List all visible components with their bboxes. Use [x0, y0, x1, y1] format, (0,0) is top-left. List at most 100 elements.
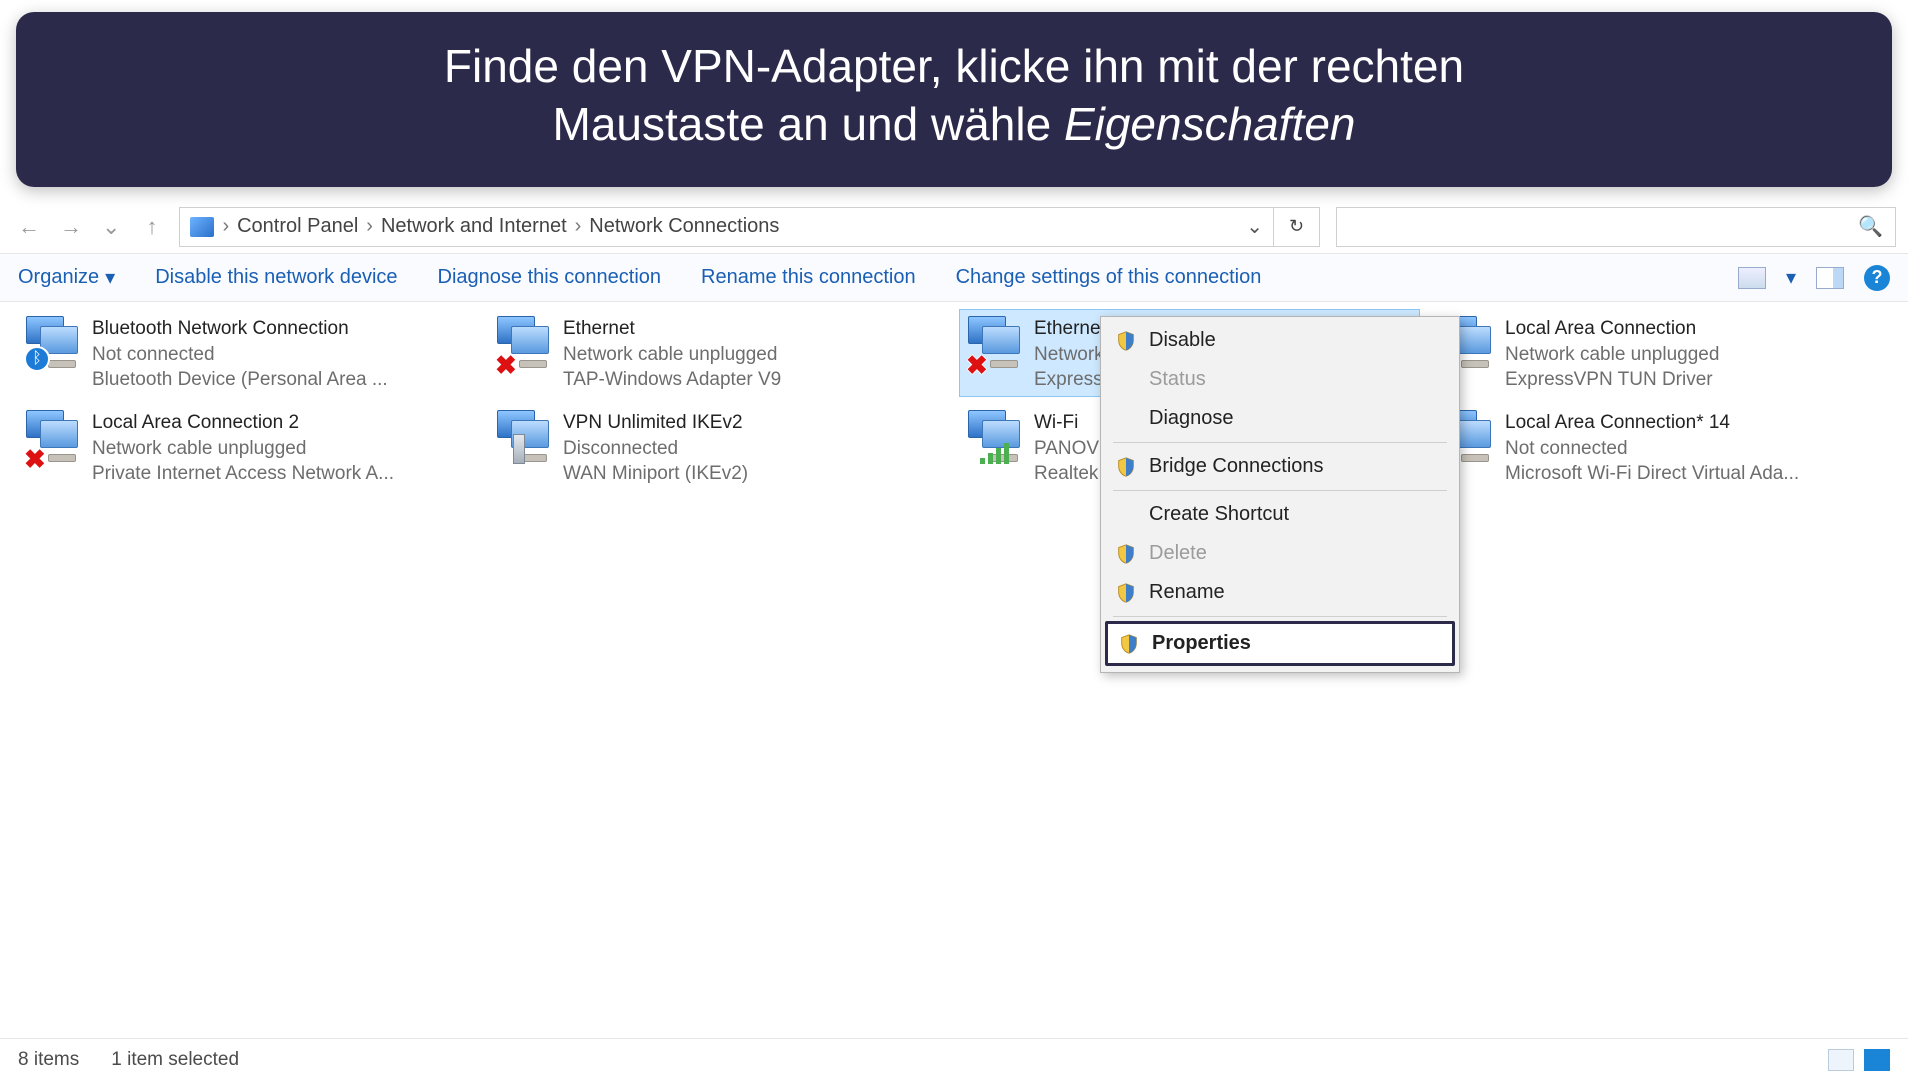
- context-menu-item-status: Status: [1105, 360, 1455, 399]
- status-selected-count: 1 item selected: [111, 1049, 239, 1071]
- search-icon: 🔍: [1858, 214, 1883, 239]
- connection-title: Local Area Connection: [1505, 316, 1719, 342]
- nav-arrows: ← → ⌄ ↑: [18, 214, 157, 240]
- chevron-right-icon: ›: [366, 215, 373, 238]
- connections-grid: ᛒBluetooth Network ConnectionNot connect…: [18, 310, 1890, 490]
- menu-item-label: Diagnose: [1149, 407, 1234, 430]
- address-bar[interactable]: › Control Panel › Network and Internet ›…: [179, 207, 1274, 247]
- cmd-diagnose[interactable]: Diagnose this connection: [438, 266, 661, 289]
- context-menu-item-diagnose[interactable]: Diagnose: [1105, 399, 1455, 438]
- menu-item-label: Disable: [1149, 329, 1216, 352]
- help-button[interactable]: ?: [1864, 265, 1890, 291]
- connection-status: Not connected: [1505, 436, 1799, 462]
- disconnected-x-icon: ✖: [495, 348, 519, 372]
- connection-item[interactable]: ✖EthernetNetwork cable unpluggedTAP-Wind…: [489, 310, 948, 396]
- connection-status: Network cable unplugged: [1505, 342, 1719, 368]
- cmd-disable-device[interactable]: Disable this network device: [155, 266, 397, 289]
- connection-device: WAN Miniport (IKEv2): [563, 461, 748, 487]
- chevron-down-icon: ▾: [105, 265, 115, 290]
- breadcrumb-item[interactable]: Network Connections: [589, 215, 779, 238]
- connection-status: Network cable unplugged: [92, 436, 394, 462]
- command-bar: Organize ▾ Disable this network device D…: [0, 254, 1908, 302]
- uac-shield-icon: [1118, 633, 1140, 655]
- connection-title: Local Area Connection 2: [92, 410, 394, 436]
- connection-item[interactable]: ✖Local Area Connection* 14Not connectedM…: [1431, 404, 1890, 490]
- menu-item-label: Status: [1149, 368, 1206, 391]
- uac-shield-icon: [1115, 456, 1137, 478]
- network-adapter-icon: [497, 410, 551, 464]
- uac-shield-icon: [1115, 582, 1137, 604]
- connection-status: Not connected: [92, 342, 388, 368]
- connection-item[interactable]: VPN Unlimited IKEv2DisconnectedWAN Minip…: [489, 404, 948, 490]
- context-menu-item-create-shortcut[interactable]: Create Shortcut: [1105, 495, 1455, 534]
- recent-dropdown-icon[interactable]: ⌄: [102, 214, 120, 240]
- organize-label: Organize: [18, 266, 99, 289]
- connection-device: Private Internet Access Network A...: [92, 461, 394, 487]
- cmd-change-settings[interactable]: Change settings of this connection: [956, 266, 1262, 289]
- uac-shield-icon: [1115, 330, 1137, 352]
- menu-separator: [1113, 616, 1447, 617]
- context-menu-item-bridge-connections[interactable]: Bridge Connections: [1105, 447, 1455, 486]
- menu-item-label: Rename: [1149, 581, 1225, 604]
- up-button[interactable]: ↑: [146, 214, 157, 240]
- banner-line1: Finde den VPN-Adapter, klicke ihn mit de…: [444, 40, 1464, 92]
- back-button[interactable]: ←: [18, 214, 40, 240]
- connection-title: VPN Unlimited IKEv2: [563, 410, 748, 436]
- organize-menu[interactable]: Organize ▾: [18, 265, 115, 290]
- network-adapter-icon: ✖: [497, 316, 551, 370]
- context-menu: Disable Status Diagnose Bridge Connections C…: [1100, 316, 1460, 673]
- address-dropdown-icon[interactable]: ⌄: [1246, 214, 1263, 239]
- forward-button[interactable]: →: [60, 214, 82, 240]
- menu-item-label: Delete: [1149, 542, 1207, 565]
- banner-line2a: Maustaste an und wähle: [553, 98, 1064, 150]
- details-view-button[interactable]: [1828, 1049, 1854, 1071]
- connection-text: Bluetooth Network ConnectionNot connecte…: [92, 316, 388, 393]
- connection-device: TAP-Windows Adapter V9: [563, 367, 781, 393]
- refresh-button[interactable]: ↻: [1274, 207, 1320, 247]
- connection-text: Local Area Connection 2Network cable unp…: [92, 410, 394, 487]
- menu-item-label: Bridge Connections: [1149, 455, 1324, 478]
- connection-text: VPN Unlimited IKEv2DisconnectedWAN Minip…: [563, 410, 748, 487]
- chevron-down-icon[interactable]: ▾: [1786, 265, 1796, 290]
- cmd-rename[interactable]: Rename this connection: [701, 266, 916, 289]
- breadcrumb-item[interactable]: Network and Internet: [381, 215, 567, 238]
- wifi-signal-icon: [980, 443, 1009, 464]
- menu-item-label: Create Shortcut: [1149, 503, 1289, 526]
- connection-text: Local Area Connection* 14Not connectedMi…: [1505, 410, 1799, 487]
- explorer-navbar: ← → ⌄ ↑ › Control Panel › Network and In…: [0, 200, 1908, 254]
- preview-pane-button[interactable]: [1816, 267, 1844, 289]
- chevron-right-icon: ›: [222, 215, 229, 238]
- connection-item[interactable]: ✖ Local Area Connection 2Network cable un…: [18, 404, 477, 490]
- connection-title: Local Area Connection* 14: [1505, 410, 1799, 436]
- context-menu-item-disable[interactable]: Disable: [1105, 321, 1455, 360]
- connection-item[interactable]: ✖Local Area ConnectionNetwork cable unpl…: [1431, 310, 1890, 396]
- breadcrumb-item[interactable]: Control Panel: [237, 215, 358, 238]
- connection-device: ExpressVPN TUN Driver: [1505, 367, 1719, 393]
- connection-status: Network cable unplugged: [563, 342, 781, 368]
- bluetooth-icon: ᛒ: [24, 346, 50, 372]
- banner-line2b: Eigenschaften: [1064, 98, 1356, 150]
- connection-text: Local Area ConnectionNetwork cable unplu…: [1505, 316, 1719, 393]
- instruction-banner: Finde den VPN-Adapter, klicke ihn mit de…: [16, 12, 1892, 187]
- connection-status: Disconnected: [563, 436, 748, 462]
- menu-item-label: Properties: [1152, 632, 1251, 655]
- menu-separator: [1113, 490, 1447, 491]
- tiles-view-button[interactable]: [1864, 1049, 1890, 1071]
- status-item-count: 8 items: [18, 1049, 79, 1071]
- chevron-right-icon: ›: [575, 215, 582, 238]
- vpn-tower-icon: [513, 434, 525, 464]
- context-menu-item-delete: Delete: [1105, 534, 1455, 573]
- network-adapter-icon: [968, 410, 1022, 464]
- network-adapter-icon: ᛒ: [26, 316, 80, 370]
- connection-title: Bluetooth Network Connection: [92, 316, 388, 342]
- context-menu-item-rename[interactable]: Rename: [1105, 573, 1455, 612]
- disconnected-x-icon: ✖: [24, 442, 48, 466]
- network-adapter-icon: ✖: [26, 410, 80, 464]
- connection-item[interactable]: ᛒ Bluetooth Network ConnectionNot connect…: [18, 310, 477, 396]
- search-box[interactable]: 🔍: [1336, 207, 1896, 247]
- context-menu-item-properties[interactable]: Properties: [1105, 621, 1455, 666]
- menu-separator: [1113, 442, 1447, 443]
- uac-shield-icon: [1115, 543, 1137, 565]
- control-panel-icon: [190, 217, 214, 237]
- view-options-button[interactable]: [1738, 267, 1766, 289]
